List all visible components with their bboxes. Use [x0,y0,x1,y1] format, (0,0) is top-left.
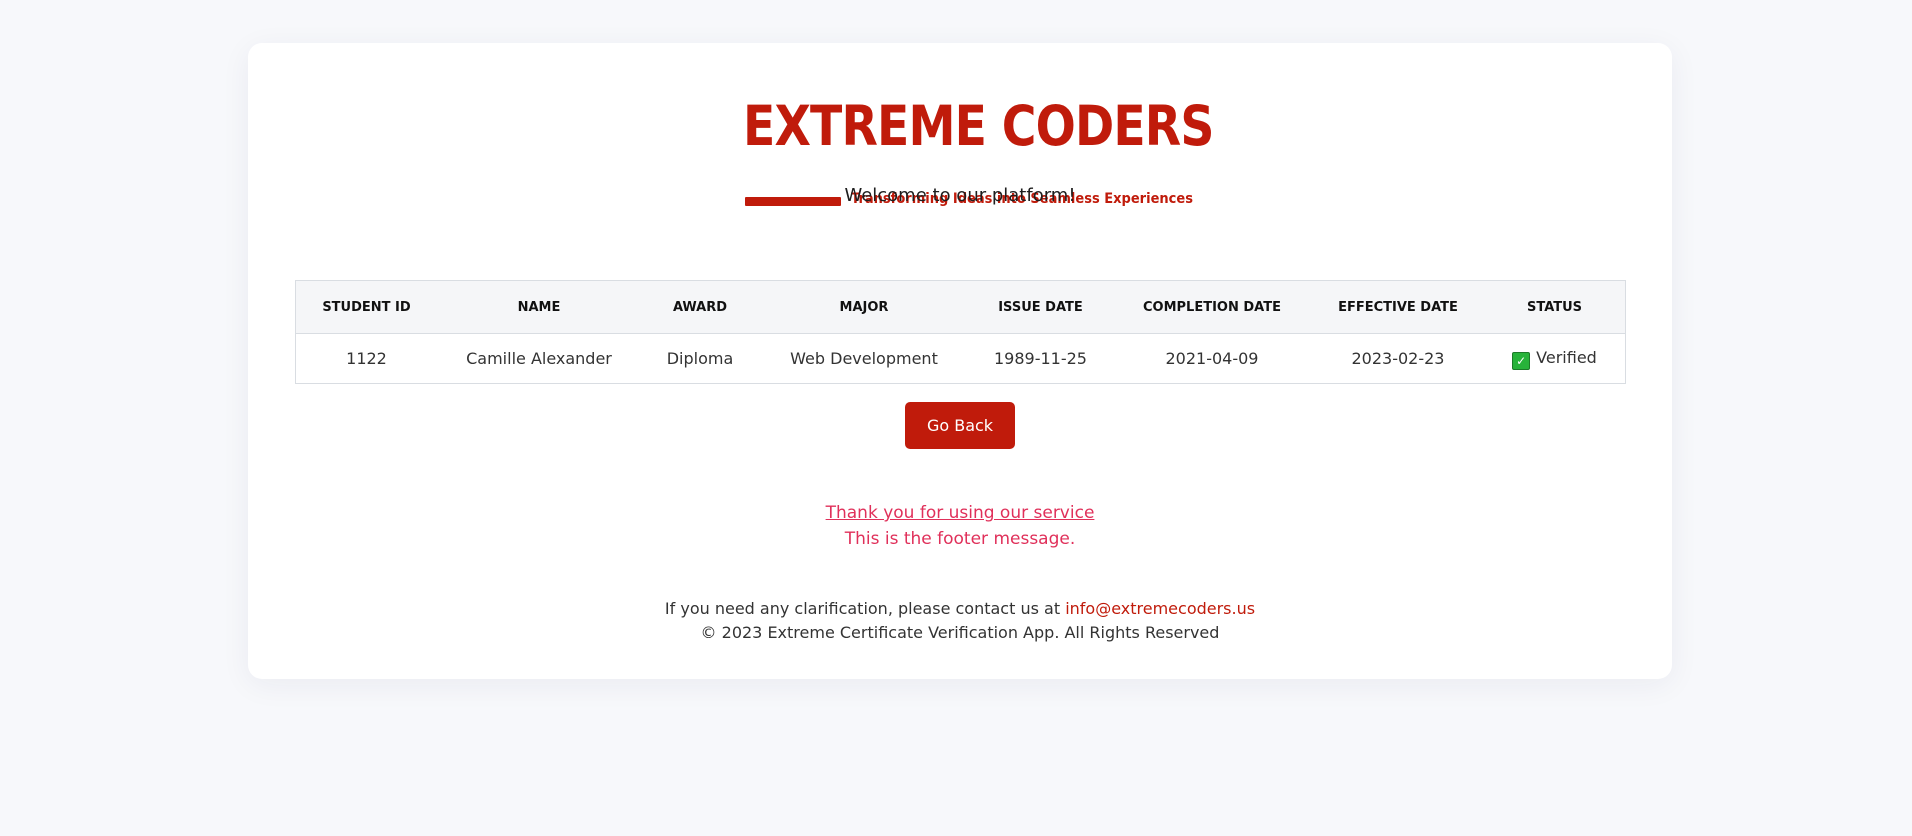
cell-award: Diploma [666,349,734,368]
cell-student-id: 1122 [346,349,387,368]
thanks-line: Thank you for using our service [248,503,1672,523]
header-student-id: STUDENT ID [296,281,437,334]
cell-completion-date: 2021-04-09 [1165,349,1259,368]
contact-line: If you need any clarification, please co… [248,599,1672,618]
header-issue-date: ISSUE DATE [969,281,1112,334]
header-completion-date: COMPLETION DATE [1112,281,1312,334]
status-label: Verified [1536,347,1597,367]
cell-status: ✓ Verified [1484,334,1625,384]
main-card: EXTREME CODERS Transforming Ideas into S… [248,43,1672,679]
footer-message: This is the footer message. [844,529,1076,549]
certificate-table: STUDENT ID NAME AWARD MAJOR ISSUE DATE C… [295,280,1626,384]
thanks-link[interactable]: Thank you for using our service [826,503,1095,523]
logo-title: EXTREME CODERS [743,94,1214,158]
contact-email-link[interactable]: info@extremecoders.us [1065,599,1255,618]
header-award: AWARD [641,281,759,334]
cell-major: Web Development [790,349,938,368]
cell-name: Camille Alexander [466,349,612,368]
go-back-button[interactable]: Go Back [905,402,1015,449]
welcome-text: Welcome to our platform! [844,185,1076,206]
table-row: 1122 Camille Alexander Diploma Web Devel… [296,334,1625,384]
header-status: STATUS [1484,281,1625,334]
contact-text: If you need any clarification, please co… [664,599,1061,618]
table-header-row: STUDENT ID NAME AWARD MAJOR ISSUE DATE C… [296,281,1625,334]
header-name: NAME [437,281,641,334]
cell-issue-date: 1989-11-25 [994,349,1087,368]
header-effective-date: EFFECTIVE DATE [1312,281,1484,334]
header-major: MAJOR [759,281,969,334]
cell-effective-date: 2023-02-23 [1351,349,1445,368]
check-box-icon: ✓ [1512,351,1531,370]
copyright-text: © 2023 Extreme Certificate Verification … [700,623,1220,642]
